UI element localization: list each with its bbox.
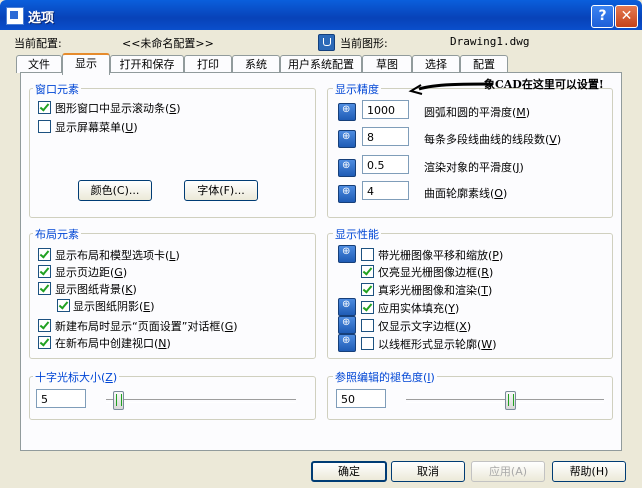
arc-smoothness-input[interactable]: 1000 [362, 100, 409, 119]
screen-menu-label: 显示屏幕菜单(U) [55, 121, 138, 134]
scrollbars-label: 图形窗口中显示滚动条(S) [55, 102, 181, 115]
crosshair-input[interactable]: 5 [36, 389, 86, 408]
fonts-button[interactable]: 字体(F)... [184, 180, 258, 201]
create-viewport-checkbox[interactable] [38, 336, 51, 349]
tab-selection[interactable]: 选择 [412, 55, 460, 73]
polyline-segments-input[interactable]: 8 [362, 127, 409, 146]
title-bar: 选项 ? ✕ [0, 0, 642, 30]
ok-button[interactable]: 确定 [311, 461, 387, 482]
render-smoothness-input[interactable]: 0.5 [362, 155, 409, 174]
paper-shadow-checkbox[interactable] [57, 299, 70, 312]
tab-system[interactable]: 系统 [232, 55, 280, 73]
xref-fade-label: 参照编辑的褪色度(I) [333, 369, 437, 385]
true-color-checkbox[interactable] [361, 283, 374, 296]
raster-pan-checkbox[interactable] [361, 248, 374, 261]
screen-menu-checkbox[interactable] [38, 120, 51, 133]
help-icon[interactable]: ? [591, 5, 614, 28]
page-setup-dialog-label: 新建布局时显示“页面设置”对话框(G) [55, 320, 238, 333]
raster-pan-label: 带光栅图像平移和缩放(P) [378, 249, 504, 262]
silhouette-checkbox[interactable] [361, 337, 374, 350]
display-resolution-label: 显示精度 [333, 81, 381, 97]
current-config-label: 当前配置: [14, 37, 62, 50]
cancel-button[interactable]: 取消 [391, 461, 465, 482]
layout-tabs-label: 显示布局和模型选项卡(L) [55, 249, 180, 262]
current-drawing-value: Drawing1.dwg [450, 35, 530, 48]
polyline-segments-icon [338, 130, 356, 148]
drawing-icon [318, 34, 335, 51]
tab-drafting[interactable]: 草图 [362, 55, 412, 73]
help-button[interactable]: 帮助(H) [552, 461, 626, 482]
app-icon [6, 7, 24, 25]
layout-tabs-checkbox[interactable] [38, 248, 51, 261]
contour-lines-label: 曲面轮廓素线(O) [424, 187, 508, 200]
create-viewport-label: 在新布局中创建视口(N) [55, 337, 171, 350]
text-frame-checkbox[interactable] [361, 319, 374, 332]
tab-profiles[interactable]: 配置 [460, 55, 508, 73]
crosshair-slider-track[interactable] [106, 399, 296, 403]
crosshair-slider-thumb[interactable] [113, 391, 124, 410]
silhouette-label: 以线框形式显示轮廓(W) [378, 338, 497, 351]
raster-frame-checkbox[interactable] [361, 265, 374, 278]
apply-button[interactable]: 应用(A) [471, 461, 545, 482]
tab-open-save[interactable]: 打开和保存 [110, 55, 184, 73]
contour-lines-icon [338, 185, 356, 203]
close-icon[interactable]: ✕ [615, 5, 638, 28]
tab-user-preferences[interactable]: 用户系统配置 [280, 55, 362, 73]
arc-smoothness-icon [338, 103, 356, 121]
text-frame-label: 仅显示文字边框(X) [378, 320, 472, 333]
xref-fade-input[interactable]: 50 [336, 389, 386, 408]
solid-fill-label: 应用实体填充(Y) [378, 302, 460, 315]
layout-elements-label: 布局元素 [33, 226, 81, 242]
current-drawing-label: 当前图形: [340, 37, 388, 50]
colors-button[interactable]: 颜色(C)... [78, 180, 152, 201]
solid-fill-checkbox[interactable] [361, 301, 374, 314]
true-color-label: 真彩光栅图像和渲染(T) [378, 284, 493, 297]
margins-label: 显示页边距(G) [55, 266, 128, 279]
tab-display[interactable]: 显示 [62, 53, 110, 75]
text-frame-icon [338, 316, 356, 334]
raster-frame-label: 仅亮显光栅图像边框(R) [378, 266, 494, 279]
render-smoothness-label: 渲染对象的平滑度(J) [424, 161, 524, 174]
paper-background-label: 显示图纸背景(K) [55, 283, 137, 296]
window-elements-label: 窗口元素 [33, 81, 81, 97]
paper-shadow-label: 显示图纸阴影(E) [73, 300, 155, 313]
paper-background-checkbox[interactable] [38, 282, 51, 295]
current-config-value: <<未命名配置>> [122, 37, 214, 50]
margins-checkbox[interactable] [38, 265, 51, 278]
xref-fade-slider-thumb[interactable] [505, 391, 516, 410]
render-smoothness-icon [338, 159, 356, 177]
raster-pan-icon [338, 245, 356, 263]
crosshair-label: 十字光标大小(Z) [33, 369, 120, 385]
polyline-segments-label: 每条多段线曲线的线段数(V) [424, 133, 562, 146]
solid-fill-icon [338, 298, 356, 316]
tab-files[interactable]: 文件 [16, 55, 62, 73]
page-setup-dialog-checkbox[interactable] [38, 319, 51, 332]
scrollbars-checkbox[interactable] [38, 101, 51, 114]
window-title: 选项 [28, 11, 55, 26]
annotation-text: 象CAD在这里可以设置! [484, 78, 604, 91]
contour-lines-input[interactable]: 4 [362, 181, 409, 200]
silhouette-icon [338, 334, 356, 352]
display-performance-label: 显示性能 [333, 226, 381, 242]
tab-plot[interactable]: 打印 [184, 55, 232, 73]
arc-smoothness-label: 圆弧和圆的平滑度(M) [424, 106, 531, 119]
annotation-arrow-icon [408, 82, 494, 95]
